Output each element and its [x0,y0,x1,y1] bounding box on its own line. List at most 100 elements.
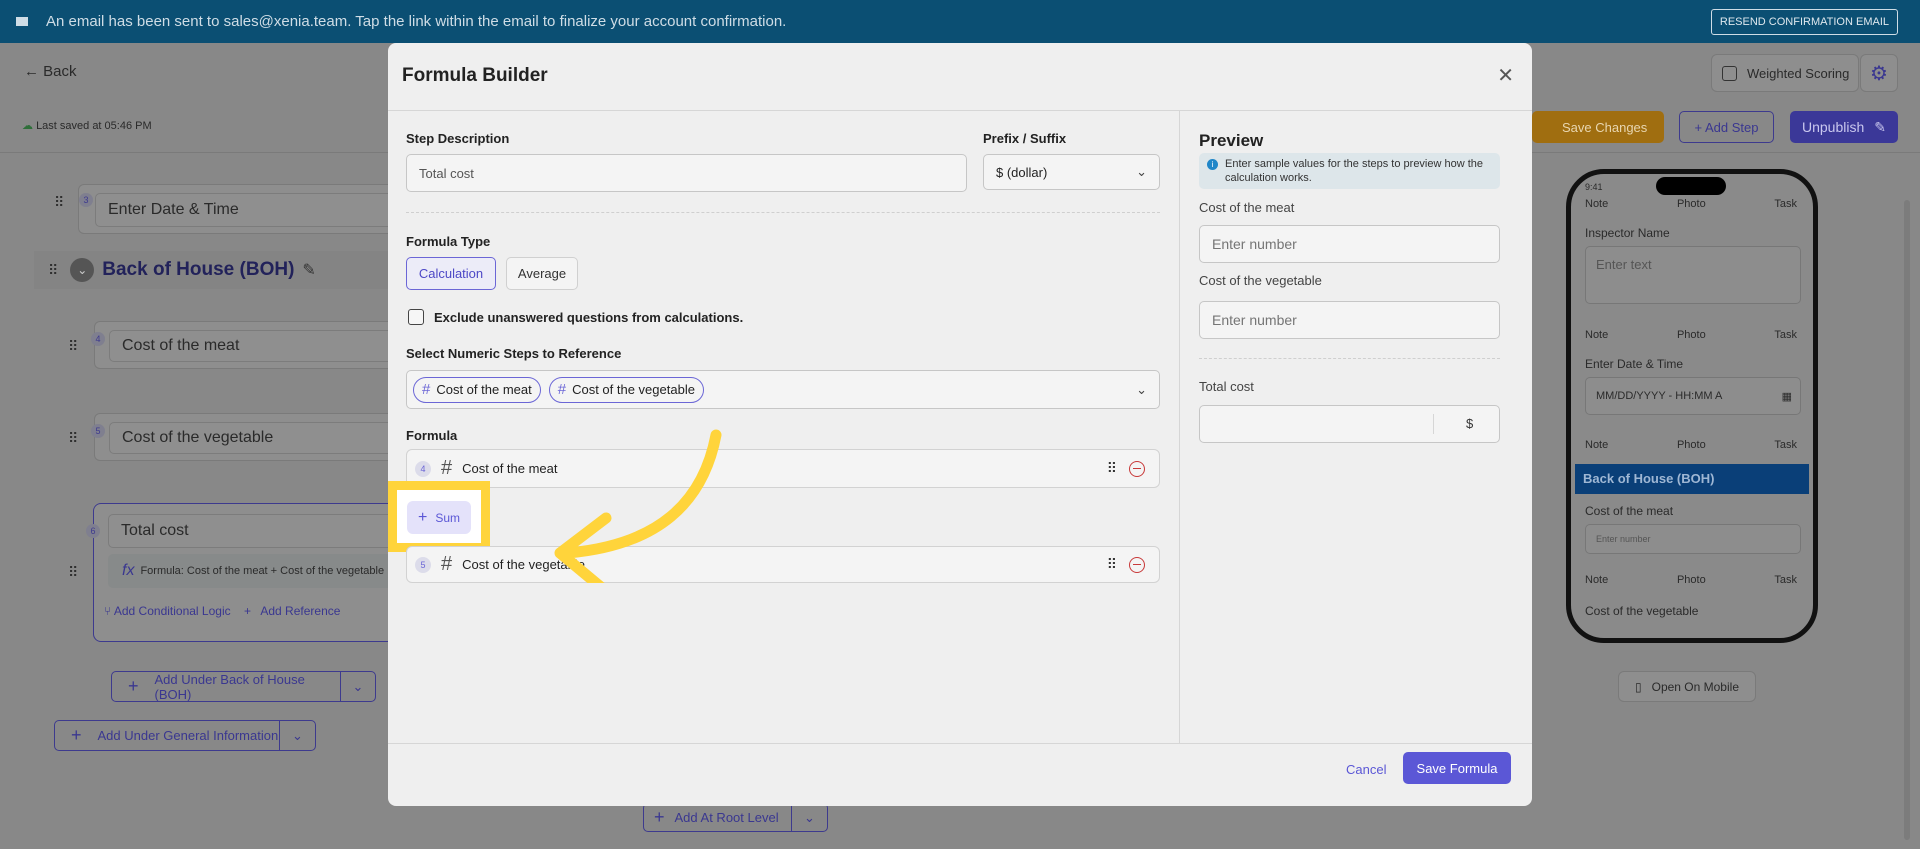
add-conditional-logic-button[interactable]: ⑂ Add Conditional Logic [104,604,231,618]
plus-icon: + [128,676,139,696]
section-header[interactable]: ⠿ ⌄ Back of House (BOH) ✎ [34,251,394,289]
step-actions: Note Photo Task [1585,574,1797,586]
chevron-down-icon[interactable]: ⌄ [791,804,827,831]
unpublish-button[interactable]: Unpublish ✎ [1790,111,1898,143]
step-card[interactable]: 3 Enter Date & Time [78,184,405,234]
last-saved-text: Last saved at 05:46 PM [36,120,152,132]
drag-handle-icon[interactable]: ⠿ [68,338,78,355]
step-description-input[interactable]: Total cost [406,154,967,192]
step-number: 5 [91,424,105,438]
arrow-left-icon: ← [24,63,39,80]
modal-title: Formula Builder [402,65,548,86]
step-title-input[interactable]: Enter Date & Time [95,193,405,227]
function-icon: fx [122,562,135,579]
close-icon[interactable]: ✕ [1497,63,1514,88]
header-divider [388,110,1532,111]
meat-input[interactable]: Enter number [1585,524,1801,554]
open-on-mobile-label: Open On Mobile [1651,679,1739,694]
confirmation-banner: An email has been sent to sales@xenia.te… [0,0,1920,43]
prefix-suffix-select[interactable]: $ (dollar) ⌄ [983,154,1160,190]
unpublish-label: Unpublish [1802,119,1865,135]
drag-handle-icon[interactable]: ⠿ [1107,460,1117,477]
photo-action[interactable]: Photo [1677,439,1706,451]
drag-handle-icon[interactable]: ⠿ [68,430,78,447]
note-action[interactable]: Note [1585,329,1608,341]
weighted-scoring-label: Weighted Scoring [1747,65,1850,81]
remove-icon[interactable] [1129,460,1145,477]
preview-title: Preview [1199,131,1264,150]
add-under-section-label: Add Under Back of House (BOH) [154,671,305,702]
add-conditional-logic-label: Add Conditional Logic [113,604,231,618]
step-description-label: Step Description [406,131,510,146]
branch-icon: ⑂ [104,604,112,618]
task-action[interactable]: Task [1774,574,1797,586]
formula-text: Formula: Cost of the meat + Cost of the … [140,565,385,577]
step-card[interactable]: 5 Cost of the vegetable [91,413,409,461]
exclude-checkbox[interactable] [408,309,424,325]
add-step-button[interactable]: + Add Step [1679,111,1774,143]
step-card[interactable]: 4 Cost of the meat [91,321,409,369]
step-chip[interactable]: # Cost of the meat [413,376,541,403]
section-banner: Back of House (BOH) [1575,464,1809,494]
add-under-general-button[interactable]: + Add Under General Information ⌄ [54,720,316,751]
preview-info-text: Enter sample values for the steps to pre… [1225,158,1484,184]
drag-handle-icon[interactable]: ⠿ [54,194,64,211]
add-reference-button[interactable]: + Add Reference [244,604,340,618]
formula-type-average[interactable]: Average [506,257,578,290]
step-card-selected[interactable]: 6 Total cost fx Formula: Cost of the meat… [86,503,418,642]
back-button[interactable]: ← Back [24,63,77,80]
open-on-mobile-button[interactable]: ▯ Open On Mobile [1618,671,1756,702]
note-action[interactable]: Note [1585,574,1608,586]
column-divider [1179,110,1180,743]
add-under-section-button[interactable]: + Add Under Back of House (BOH) ⌄ [111,671,376,702]
step-title-input[interactable]: Cost of the vegetable [109,422,409,454]
formula-summary[interactable]: fx Formula: Cost of the meat + Cost of th… [108,554,418,588]
note-action[interactable]: Note [1585,198,1608,210]
inspector-input[interactable]: Enter text [1585,246,1801,304]
photo-action[interactable]: Photo [1677,198,1706,210]
task-action[interactable]: Task [1774,198,1797,210]
step-actions: Note Photo Task [1585,198,1797,210]
chevron-down-icon[interactable]: ⌄ [70,258,95,282]
step-title-input[interactable]: Cost of the meat [109,330,409,362]
gear-icon[interactable]: ⚙ [1860,54,1898,92]
cancel-button[interactable]: Cancel [1346,762,1386,777]
scrollbar[interactable] [1904,200,1910,840]
operator-label: Sum [435,510,461,525]
photo-action[interactable]: Photo [1677,574,1706,586]
chevron-down-icon[interactable]: ⌄ [339,672,375,701]
preview-veg-input[interactable] [1199,301,1500,339]
photo-action[interactable]: Photo [1677,329,1706,341]
remove-icon[interactable] [1129,556,1145,573]
add-at-root-button[interactable]: + Add At Root Level ⌄ [643,803,828,832]
datetime-input[interactable]: MM/DD/YYYY - HH:MM A ▦ [1585,377,1801,415]
save-changes-button[interactable]: Save Changes [1532,111,1664,143]
drag-handle-icon[interactable]: ⠿ [1107,556,1117,573]
task-action[interactable]: Task [1774,329,1797,341]
chip-label: Cost of the meat [436,382,532,397]
phone-time: 9:41 [1585,182,1603,192]
steps-multiselect[interactable]: # Cost of the meat # Cost of the vegetable… [406,370,1160,409]
step-number: 3 [79,193,93,207]
task-action[interactable]: Task [1774,439,1797,451]
edit-icon[interactable]: ✎ [302,260,315,280]
note-action[interactable]: Note [1585,439,1608,451]
formula-label: Formula [406,428,458,443]
formula-builder-modal: Formula Builder ✕ Step Description Total… [388,43,1532,806]
banner-message: An email has been sent to sales@xenia.te… [46,13,787,30]
hash-icon: # [422,381,431,398]
cloud-check-icon: ☁ [22,120,33,132]
weighted-scoring-toggle[interactable]: Weighted Scoring [1711,54,1859,92]
mobile-preview: 9:41 Note Photo Task Inspector Name Enter … [1566,169,1818,643]
save-formula-button[interactable]: Save Formula [1403,752,1511,784]
formula-type-calculation[interactable]: Calculation [406,257,496,290]
resend-confirmation-button[interactable]: RESEND CONFIRMATION EMAIL [1710,9,1898,35]
drag-handle-icon[interactable]: ⠿ [48,262,58,279]
step-chip[interactable]: # Cost of the vegetable [548,376,704,403]
dashed-divider [406,212,1160,213]
drag-handle-icon[interactable]: ⠿ [68,564,78,581]
sum-operator-button[interactable]: + Sum [407,501,471,534]
chevron-down-icon[interactable]: ⌄ [279,721,315,750]
step-title-input[interactable]: Total cost [108,514,418,548]
preview-meat-input[interactable] [1199,225,1500,263]
